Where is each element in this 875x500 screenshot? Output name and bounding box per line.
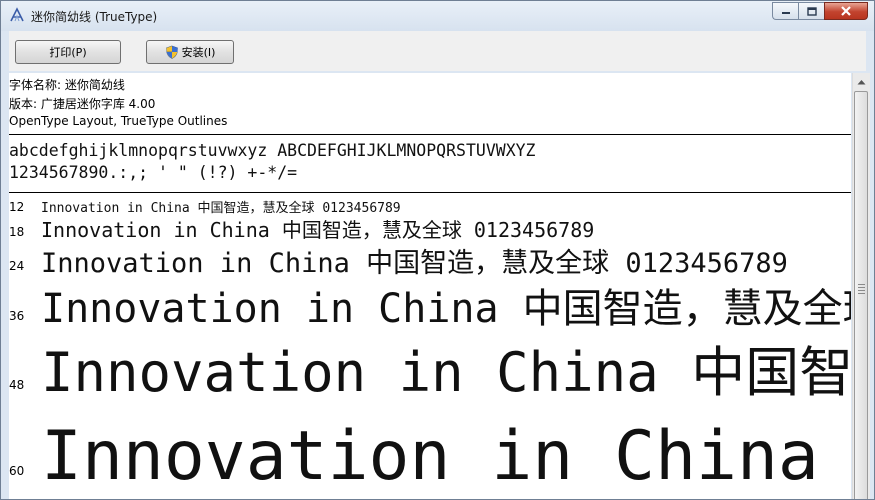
scroll-thumb[interactable] [854, 91, 868, 499]
close-button[interactable] [824, 2, 868, 20]
size-label-36: 36 [9, 309, 25, 323]
close-icon [841, 6, 851, 16]
thumb-grip [858, 293, 865, 294]
print-button-label: 打印(P) [49, 46, 87, 59]
sample-text-48: Innovation in China 中国智造，慧及全球 0123456789 [41, 341, 851, 404]
divider [9, 134, 851, 135]
sample-text-18: Innovation in China 中国智造，慧及全球 0123456789 [41, 218, 595, 242]
charset-letters: abcdefghijklmnopqrstuvwxyz ABCDEFGHIJKLM… [9, 141, 536, 160]
size-label-24: 24 [9, 259, 25, 273]
caption-buttons [772, 2, 868, 20]
vertical-scrollbar[interactable] [852, 73, 870, 499]
scroll-up-button[interactable] [853, 73, 870, 90]
uac-shield-icon [165, 45, 178, 59]
size-label-12: 12 [9, 200, 25, 214]
divider [9, 192, 851, 193]
charset-digits-symbols: 1234567890.:,; ' " (!?) +-*/= [9, 163, 298, 182]
maximize-icon [806, 6, 817, 16]
size-label-48: 48 [9, 378, 25, 392]
toolbar: 打印(P) 安装(I) [9, 31, 866, 71]
title-bar[interactable]: 迷你简幼线 (TrueType) [1, 1, 874, 31]
window-title: 迷你简幼线 (TrueType) [31, 10, 158, 24]
install-button-label: 安装(I) [181, 46, 216, 59]
thumb-grip [858, 284, 865, 285]
sample-text-36: Innovation in China 中国智造，慧及全球 0123456789 [41, 286, 851, 332]
thumb-grip [858, 287, 865, 288]
font-type-line: OpenType Layout, TrueType Outlines [9, 114, 228, 128]
font-version-line: 版本: 广捷居迷你字库 4.00 [9, 97, 156, 111]
chevron-up-icon [857, 79, 866, 84]
font-preview-pane: 字体名称: 迷你简幼线 版本: 广捷居迷你字库 4.00 OpenType La… [9, 73, 851, 499]
thumb-grip [858, 290, 865, 291]
size-label-18: 18 [9, 225, 25, 239]
maximize-button[interactable] [798, 2, 824, 20]
font-a-icon [10, 7, 24, 22]
sample-text-60: Innovation in China 中国智造，慧及全球 0123456789 [41, 417, 851, 496]
sample-text-24: Innovation in China 中国智造，慧及全球 0123456789 [41, 248, 788, 279]
print-button[interactable]: 打印(P) [15, 40, 121, 64]
minimize-icon [781, 12, 790, 14]
size-label-60: 60 [9, 464, 25, 478]
minimize-button[interactable] [772, 2, 798, 20]
font-viewer-window: 迷你简幼线 (TrueType) 打印(P) 安装(I) 字体名称: 迷你简幼线… [0, 0, 875, 500]
font-name-line: 字体名称: 迷你简幼线 [9, 78, 125, 92]
install-button[interactable]: 安装(I) [146, 40, 234, 64]
